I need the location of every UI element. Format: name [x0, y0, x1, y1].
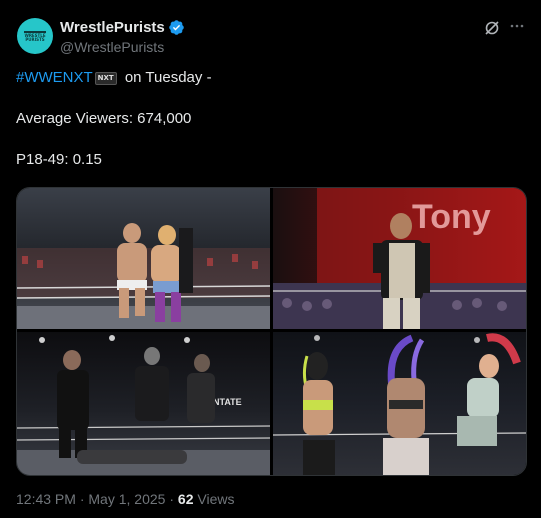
photo-ring-brawl[interactable]: ENTATE: [17, 332, 271, 475]
author-avatar[interactable]: WRESTLE PURISTS: [17, 18, 53, 54]
tweet-line-3: P18-49: 0.15: [16, 151, 102, 168]
photo-womens-match[interactable]: [272, 332, 526, 475]
author-handle[interactable]: @WrestlePurists: [60, 39, 164, 55]
tony-sign-text: Tony: [412, 198, 491, 236]
views-count: 62: [177, 491, 194, 507]
tweet-date[interactable]: May 1, 2025: [88, 491, 165, 507]
media-grid: Tony ENTATE: [16, 187, 527, 476]
meta-separator: ·: [75, 491, 89, 507]
grok-icon[interactable]: [484, 20, 500, 36]
author-name-row: WrestlePurists: [60, 19, 185, 36]
tweet-time[interactable]: 12:43 PM: [16, 491, 76, 507]
photo-entrance-microphone[interactable]: Tony: [273, 188, 526, 329]
avatar-text-bottom: PURISTS: [25, 37, 45, 42]
tweet-line-1: #WWENXT NXT on Tuesday -: [16, 68, 526, 88]
verified-badge-icon: [169, 20, 184, 35]
hashtag-link[interactable]: #WWENXT: [16, 69, 93, 86]
tweet-line-2: Average Viewers: 674,000: [16, 110, 192, 127]
tweet-meta: 12:43 PM · May 1, 2025 · 62 Views: [16, 491, 234, 507]
tweet-line-1-text: on Tuesday -: [120, 69, 212, 86]
avatar-logo: WRESTLE PURISTS: [22, 28, 48, 44]
author-display-name[interactable]: WrestlePurists: [60, 19, 165, 36]
nxt-hashflag-icon: NXT: [94, 71, 117, 85]
photo-ring-grapple[interactable]: [17, 188, 271, 329]
tweet-text: #WWENXT NXT on Tuesday - Average Viewers:…: [16, 68, 526, 170]
views-label: Views: [193, 491, 235, 507]
meta-separator-2: ·: [165, 491, 178, 507]
tweet-card[interactable]: WRESTLE PURISTS WrestlePurists @WrestleP…: [0, 0, 541, 518]
more-options-icon[interactable]: [509, 18, 525, 34]
